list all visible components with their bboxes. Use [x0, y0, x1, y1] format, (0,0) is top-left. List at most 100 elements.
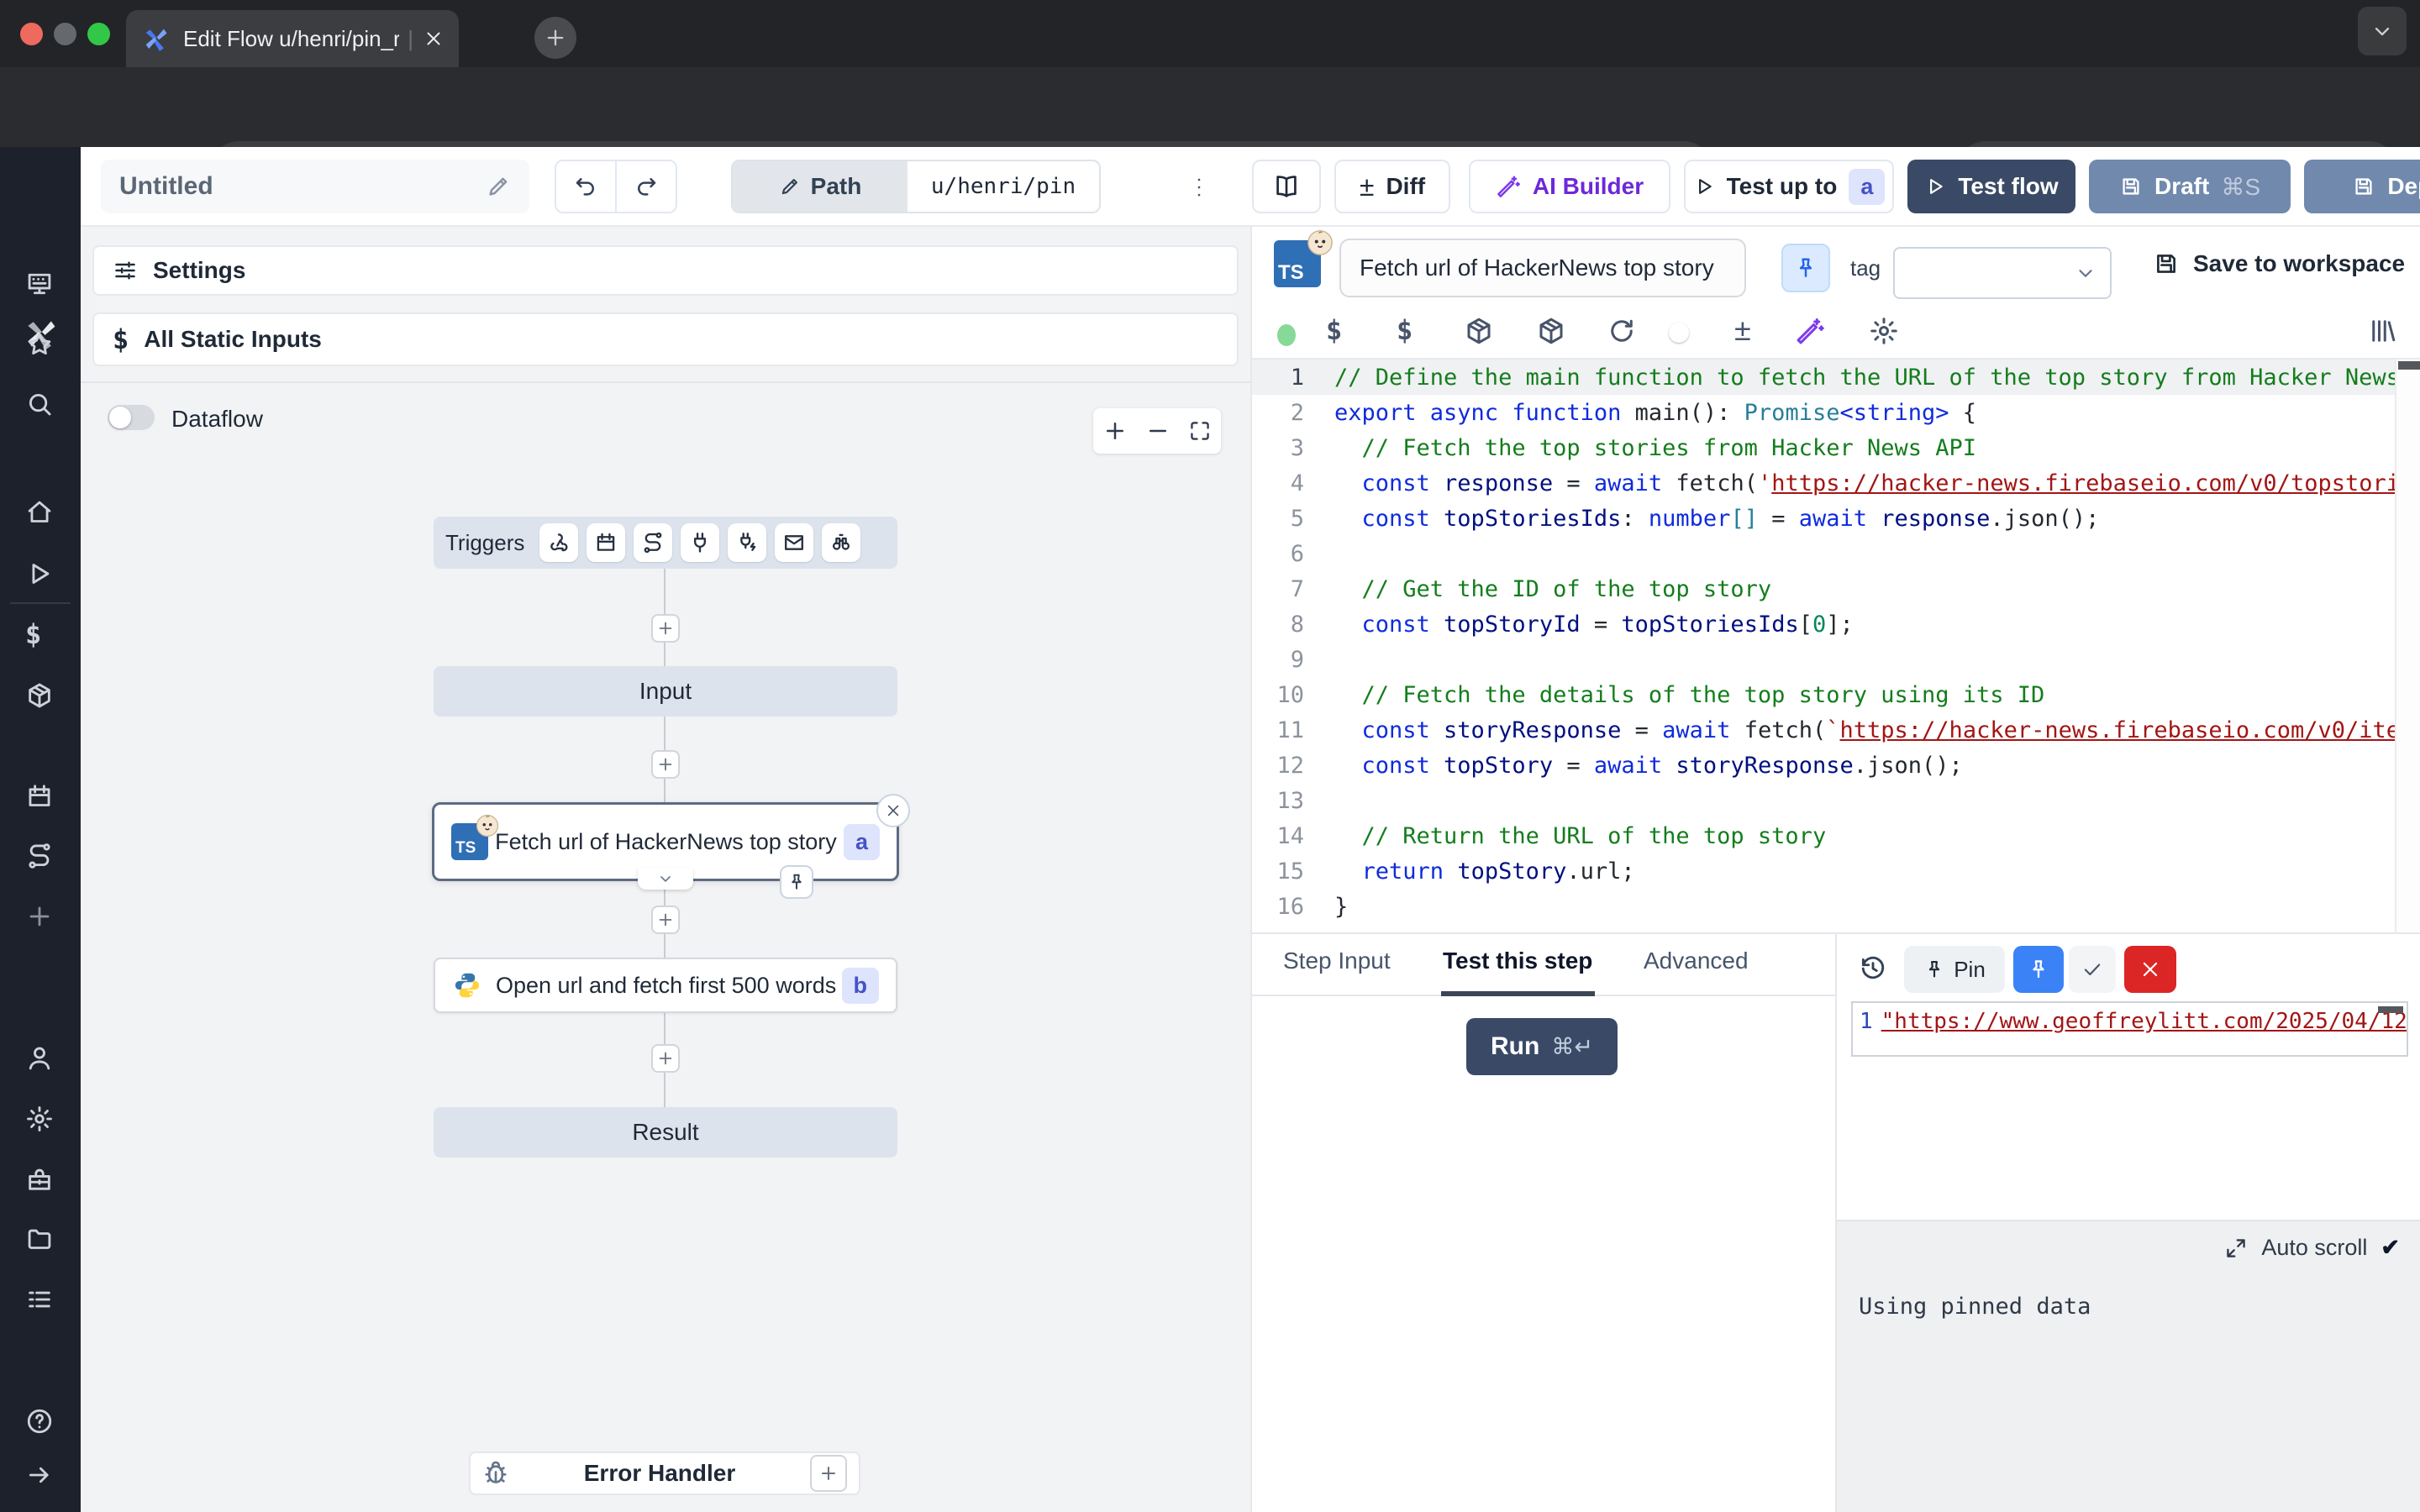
kafka-trigger-icon[interactable]	[728, 523, 766, 562]
triggers-node[interactable]: Triggers	[434, 517, 897, 569]
insert-step-button[interactable]	[651, 750, 680, 779]
resource-icon[interactable]: $	[1397, 316, 1413, 344]
draft-button[interactable]: Draft ⌘S	[2089, 160, 2291, 213]
code-line-4[interactable]: 4 const response = await fetch('https://…	[1252, 465, 2420, 501]
error-handler-node[interactable]: Error Handler	[469, 1452, 860, 1495]
static-inputs-card[interactable]: $ All Static Inputs	[92, 312, 1239, 366]
tag-select[interactable]	[1893, 247, 2112, 299]
result-node[interactable]: Result	[434, 1107, 897, 1158]
step-name-input[interactable]	[1339, 239, 1746, 297]
sidebar-item-favorites[interactable]	[25, 330, 54, 359]
websocket-trigger-icon[interactable]	[681, 523, 719, 562]
package-icon[interactable]	[1464, 316, 1494, 346]
reload-icon[interactable]	[1607, 316, 1637, 346]
code-line-6[interactable]: 6	[1252, 536, 2420, 571]
settings-gear-icon[interactable]	[1869, 316, 1899, 346]
step-b-node[interactable]: Open url and fetch first 500 words of ..…	[434, 958, 897, 1013]
insert-step-button[interactable]	[651, 614, 680, 643]
code-line-15[interactable]: 15 return topStory.url;	[1252, 853, 2420, 889]
sidebar-item-search[interactable]	[25, 390, 54, 418]
code-line-7[interactable]: 7 // Get the ID of the top story	[1252, 571, 2420, 606]
redo-button[interactable]	[615, 161, 676, 212]
code-line-8[interactable]: 8 const topStoryId = topStoriesIds[0];	[1252, 606, 2420, 642]
code-line-9[interactable]: 9	[1252, 642, 2420, 677]
toolbar-kebab-icon[interactable]	[1186, 174, 1213, 201]
history-icon[interactable]	[1859, 954, 1887, 983]
sidebar-item-home[interactable]	[25, 498, 54, 527]
code-editor[interactable]: 1// Define the main function to fetch th…	[1252, 360, 2420, 932]
email-trigger-icon[interactable]	[775, 523, 813, 562]
package-alt-icon[interactable]	[1536, 316, 1566, 346]
tab-step-input[interactable]: Step Input	[1283, 948, 1391, 974]
route-trigger-icon[interactable]	[634, 523, 672, 562]
close-window-button[interactable]	[20, 23, 43, 45]
sidebar-item-triggers[interactable]	[25, 842, 54, 870]
minimize-window-button[interactable]	[54, 23, 76, 45]
sidebar-item-users[interactable]	[25, 1044, 54, 1073]
code-line-16[interactable]: 16}	[1252, 889, 2420, 924]
sidebar-item-variables[interactable]: $	[25, 620, 41, 648]
insert-step-button[interactable]	[651, 906, 680, 934]
pinned-active-button[interactable]	[2013, 946, 2064, 993]
new-tab-button[interactable]	[534, 17, 576, 59]
pinned-data-editor[interactable]: 1 "https://www.geoffreylitt.com/2025/04/…	[1851, 1001, 2408, 1057]
input-node[interactable]: Input	[434, 666, 897, 717]
code-line-12[interactable]: 12 const topStory = await storyResponse.…	[1252, 748, 2420, 783]
window-chevron-button[interactable]	[2358, 7, 2407, 55]
sidebar-item-workers[interactable]	[25, 1166, 54, 1194]
fit-view-icon[interactable]	[1188, 419, 1212, 443]
zoom-in-icon[interactable]	[1102, 418, 1128, 444]
sidebar-item-settings[interactable]	[25, 1105, 54, 1133]
sidebar-item-apps[interactable]	[25, 270, 54, 298]
path-chip[interactable]: Path u/henri/pin	[731, 160, 1101, 213]
sidebar-item-resources[interactable]	[25, 681, 54, 710]
browser-tab[interactable]: Edit Flow u/henri/pin_results |	[126, 10, 459, 67]
poll-trigger-icon[interactable]	[822, 523, 860, 562]
save-to-workspace-button[interactable]: Save to workspace	[2153, 250, 2405, 277]
undo-button[interactable]	[556, 161, 615, 212]
code-line-10[interactable]: 10 // Fetch the details of the top story…	[1252, 677, 2420, 712]
code-line-13[interactable]: 13	[1252, 783, 2420, 818]
code-line-5[interactable]: 5 const topStoriesIds: number[] = await …	[1252, 501, 2420, 536]
pin-toggle-button[interactable]	[1781, 244, 1830, 292]
remove-pin-button[interactable]	[2124, 946, 2176, 993]
editor-minimap[interactable]	[2395, 360, 2420, 932]
expand-arrows-icon[interactable]	[2224, 1236, 2248, 1260]
zoom-out-icon[interactable]	[1145, 418, 1171, 444]
edit-name-pencil-icon[interactable]	[486, 174, 511, 199]
sidebar-item-help[interactable]	[25, 1407, 54, 1436]
expand-step-chevron[interactable]	[638, 868, 693, 890]
sidebar-item-schedules[interactable]	[25, 782, 54, 811]
docs-book-button[interactable]	[1252, 160, 1321, 213]
sidebar-item-expand[interactable]	[25, 1461, 54, 1489]
flow-settings-card[interactable]: Settings	[92, 245, 1239, 296]
insert-step-button[interactable]	[651, 1044, 680, 1073]
pin-chip-button[interactable]: Pin	[1904, 946, 2005, 993]
sidebar-item-runs[interactable]	[25, 559, 54, 588]
code-line-14[interactable]: 14 // Return the URL of the top story	[1252, 818, 2420, 853]
code-line-1[interactable]: 1// Define the main function to fetch th…	[1252, 360, 2420, 395]
schedule-trigger-icon[interactable]	[587, 523, 625, 562]
tab-advanced[interactable]: Advanced	[1644, 948, 1749, 974]
ai-wand-icon[interactable]	[1795, 316, 1825, 346]
code-line-3[interactable]: 3 // Fetch the top stories from Hacker N…	[1252, 430, 2420, 465]
webhook-trigger-icon[interactable]	[539, 523, 578, 562]
accept-pin-button[interactable]	[2069, 946, 2116, 993]
diff-button[interactable]: ±Diff	[1334, 160, 1450, 213]
run-button[interactable]: Run ⌘↵	[1466, 1018, 1618, 1075]
tab-close-icon[interactable]	[424, 29, 444, 49]
sidebar-item-audit-logs[interactable]	[25, 1285, 54, 1314]
pinned-step-icon[interactable]	[780, 865, 813, 899]
sidebar-item-folders[interactable]	[25, 1225, 54, 1253]
test-flow-button[interactable]: Test flow	[1907, 160, 2075, 213]
library-icon[interactable]	[2368, 316, 2398, 346]
maximize-window-button[interactable]	[87, 23, 110, 45]
remove-step-icon[interactable]	[876, 794, 910, 827]
add-error-handler-button[interactable]	[810, 1455, 847, 1492]
flow-name-field[interactable]: Untitled	[101, 160, 529, 213]
code-line-2[interactable]: 2export async function main(): Promise<s…	[1252, 395, 2420, 430]
dataflow-toggle[interactable]	[108, 405, 155, 430]
variable-icon[interactable]: $	[1326, 316, 1342, 344]
diff-icon[interactable]: ±	[1734, 312, 1751, 348]
auto-scroll-control[interactable]: Auto scroll ✔	[2224, 1235, 2400, 1261]
